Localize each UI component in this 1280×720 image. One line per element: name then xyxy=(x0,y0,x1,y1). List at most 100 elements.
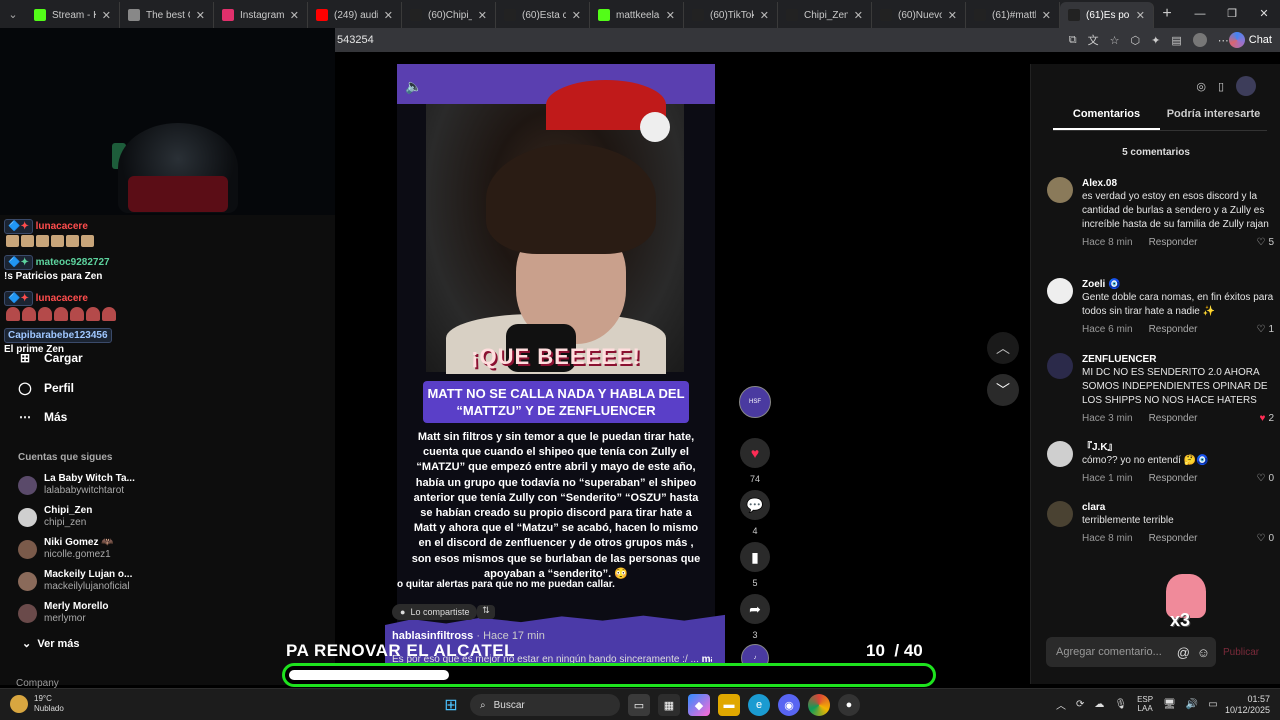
volume-icon[interactable]: 🔊 xyxy=(1186,699,1198,710)
nav-more[interactable]: ⋯ Más xyxy=(18,410,67,424)
close-tab-icon[interactable]: ✕ xyxy=(948,9,957,22)
comment-user[interactable]: clara xyxy=(1082,501,1274,514)
share-button[interactable]: ➦ 3 xyxy=(738,594,772,640)
browser-tab[interactable]: (61)Es por eso ✕ xyxy=(1060,2,1154,28)
save-button[interactable]: ▮ 5 xyxy=(738,542,772,588)
comment-like[interactable]: ♡ 0 xyxy=(1256,533,1274,544)
reply-button[interactable]: Responder xyxy=(1149,237,1198,248)
following-account[interactable]: Merly Morello merlymor xyxy=(18,601,108,625)
reply-button[interactable]: Responder xyxy=(1149,533,1198,544)
task-view-icon[interactable]: ▭ xyxy=(628,694,650,716)
windows-start-icon[interactable]: ⊞ xyxy=(440,694,462,716)
see-more-button[interactable]: ⌄ Ver más xyxy=(22,637,80,650)
extension-puzzle-icon[interactable]: ✦ xyxy=(1151,34,1160,47)
nav-profile[interactable]: ◯ Perfil xyxy=(18,381,74,395)
comment-user[interactable]: 『J.K』 xyxy=(1082,441,1274,454)
mention-icon[interactable]: @ xyxy=(1177,645,1190,660)
obs-icon[interactable]: ● xyxy=(838,694,860,716)
close-tab-icon[interactable]: ✕ xyxy=(854,9,863,22)
close-tab-icon[interactable]: ✕ xyxy=(196,9,205,22)
comment-avatar[interactable] xyxy=(1047,353,1073,379)
close-tab-icon[interactable]: ✕ xyxy=(1136,9,1145,22)
close-tab-icon[interactable]: ✕ xyxy=(478,9,487,22)
bookmark-star-icon[interactable]: ☆ xyxy=(1110,34,1120,47)
close-tab-icon[interactable]: ✕ xyxy=(384,9,393,22)
following-account[interactable]: Mackeily Lujan o... mackeilylujanoficial xyxy=(18,569,132,593)
language-indicator[interactable]: ESP LAA xyxy=(1137,695,1153,713)
tray-overflow-icon[interactable]: ︿ xyxy=(1056,697,1066,712)
comment-avatar[interactable] xyxy=(1047,177,1073,203)
reply-button[interactable]: Responder xyxy=(1149,324,1198,335)
edge-icon[interactable]: e xyxy=(748,694,770,716)
video-player[interactable]: 🔈 ¡QUE BEEEEE! MATT NO SE CALLA NADA Y H… xyxy=(385,64,725,684)
comment-avatar[interactable] xyxy=(1047,441,1073,467)
browser-tab[interactable]: The best ChatB ✕ xyxy=(120,2,214,28)
network-icon[interactable]: 🖥 xyxy=(1163,699,1176,710)
following-account[interactable]: Niki Gomez 🦇 nicolle.gomez1 xyxy=(18,537,114,561)
profile-avatar-icon[interactable] xyxy=(1192,33,1207,47)
close-tab-icon[interactable]: ✕ xyxy=(290,9,299,22)
reply-button[interactable]: Responder xyxy=(1149,473,1198,484)
reply-button[interactable]: Responder xyxy=(1149,413,1198,424)
tab-comments[interactable]: Comentarios xyxy=(1053,108,1160,130)
file-explorer-icon[interactable]: ▬ xyxy=(718,694,740,716)
browser-tab[interactable]: (60)Esta cuenta ✕ xyxy=(496,2,590,28)
close-tab-icon[interactable]: ✕ xyxy=(102,9,111,22)
tab-recommended[interactable]: Podría interesarte xyxy=(1160,108,1267,130)
like-button[interactable]: ♥ 74 xyxy=(738,438,772,484)
browser-tab[interactable]: Stream - Kick D ✕ xyxy=(26,2,120,28)
comment-user[interactable]: ZENFLUENCER xyxy=(1082,353,1274,366)
discord-icon[interactable]: ◉ xyxy=(778,694,800,716)
close-tab-icon[interactable]: ✕ xyxy=(1042,9,1051,22)
repost-icon[interactable]: ⇅ xyxy=(477,605,495,619)
following-account[interactable]: La Baby Witch Ta... lalababywitchtarot xyxy=(18,473,135,497)
comment-button[interactable]: 💬 4 xyxy=(738,490,772,536)
minimize-icon[interactable]: — xyxy=(1184,0,1216,28)
post-comment-button[interactable]: Publicar xyxy=(1223,647,1259,658)
store-icon[interactable]: ▦ xyxy=(658,694,680,716)
comment-like[interactable]: ♡ 1 xyxy=(1256,324,1274,335)
extensions-icon[interactable]: ⬡ xyxy=(1131,34,1141,47)
browser-tab[interactable]: (249) audio FU ✕ xyxy=(308,2,402,28)
tab-search-icon[interactable]: ⌄ xyxy=(0,3,26,25)
comment-user[interactable]: Zoeli 🧿 xyxy=(1082,278,1274,291)
close-window-icon[interactable]: ✕ xyxy=(1248,0,1280,28)
taskbar-clock[interactable]: 01:57 10/12/2025 xyxy=(1222,694,1270,716)
browser-tab[interactable]: (60)Chipi_Zen (✕ xyxy=(402,2,496,28)
nav-upload[interactable]: ⊞ Cargar xyxy=(18,351,83,365)
emoji-icon[interactable]: ☺ xyxy=(1197,645,1210,660)
tray-app-icon[interactable]: ⟳ xyxy=(1076,699,1084,710)
close-tab-icon[interactable]: ✕ xyxy=(760,9,769,22)
onedrive-icon[interactable]: ☁ xyxy=(1094,699,1104,710)
browser-tab[interactable]: (60)TikTok - Ma ✕ xyxy=(684,2,778,28)
browser-menu-icon[interactable]: ⋯ xyxy=(1218,34,1229,47)
following-account[interactable]: Chipi_Zen chipi_zen xyxy=(18,505,92,529)
browser-tab[interactable]: (60)Nuevo ingr ✕ xyxy=(872,2,966,28)
comment-user[interactable]: Alex.08 xyxy=(1082,177,1274,190)
user-avatar[interactable] xyxy=(1236,76,1256,96)
microphone-icon[interactable]: 🎙 xyxy=(1114,699,1127,710)
previous-video-button[interactable]: ︿ xyxy=(987,332,1019,364)
restore-icon[interactable]: ❐ xyxy=(1216,0,1248,28)
open-in-app-icon[interactable]: ⧉ xyxy=(1069,34,1077,47)
taskbar-search[interactable]: ⌕ Buscar xyxy=(470,694,620,716)
creator-avatar[interactable]: HSF xyxy=(738,386,772,418)
comment-like[interactable]: ♥ 2 xyxy=(1260,413,1275,424)
comment-like[interactable]: ♡ 5 xyxy=(1256,237,1274,248)
browser-tab[interactable]: (61)#mattkeela ✕ xyxy=(966,2,1060,28)
copilot-icon[interactable]: ◆ xyxy=(688,694,710,716)
weather-widget[interactable]: 19°C Nublado xyxy=(10,694,64,714)
device-icon[interactable]: ▯ xyxy=(1218,80,1224,93)
browser-tab[interactable]: Chipi_Zen (@c ✕ xyxy=(778,2,872,28)
close-tab-icon[interactable]: ✕ xyxy=(572,9,581,22)
battery-icon[interactable]: ▭ xyxy=(1208,699,1217,710)
translate-icon[interactable]: 文 xyxy=(1088,32,1099,48)
comment-like[interactable]: ♡ 0 xyxy=(1256,473,1274,484)
browser-tab[interactable]: Instagram ✕ xyxy=(214,2,308,28)
collections-icon[interactable]: ▤ xyxy=(1171,34,1181,47)
new-tab-button[interactable]: + xyxy=(1154,5,1180,23)
coins-icon[interactable]: ◎ xyxy=(1196,80,1206,93)
comment-avatar[interactable] xyxy=(1047,278,1073,304)
chrome-icon[interactable] xyxy=(808,694,830,716)
url-field[interactable]: 543254 xyxy=(335,29,1057,51)
